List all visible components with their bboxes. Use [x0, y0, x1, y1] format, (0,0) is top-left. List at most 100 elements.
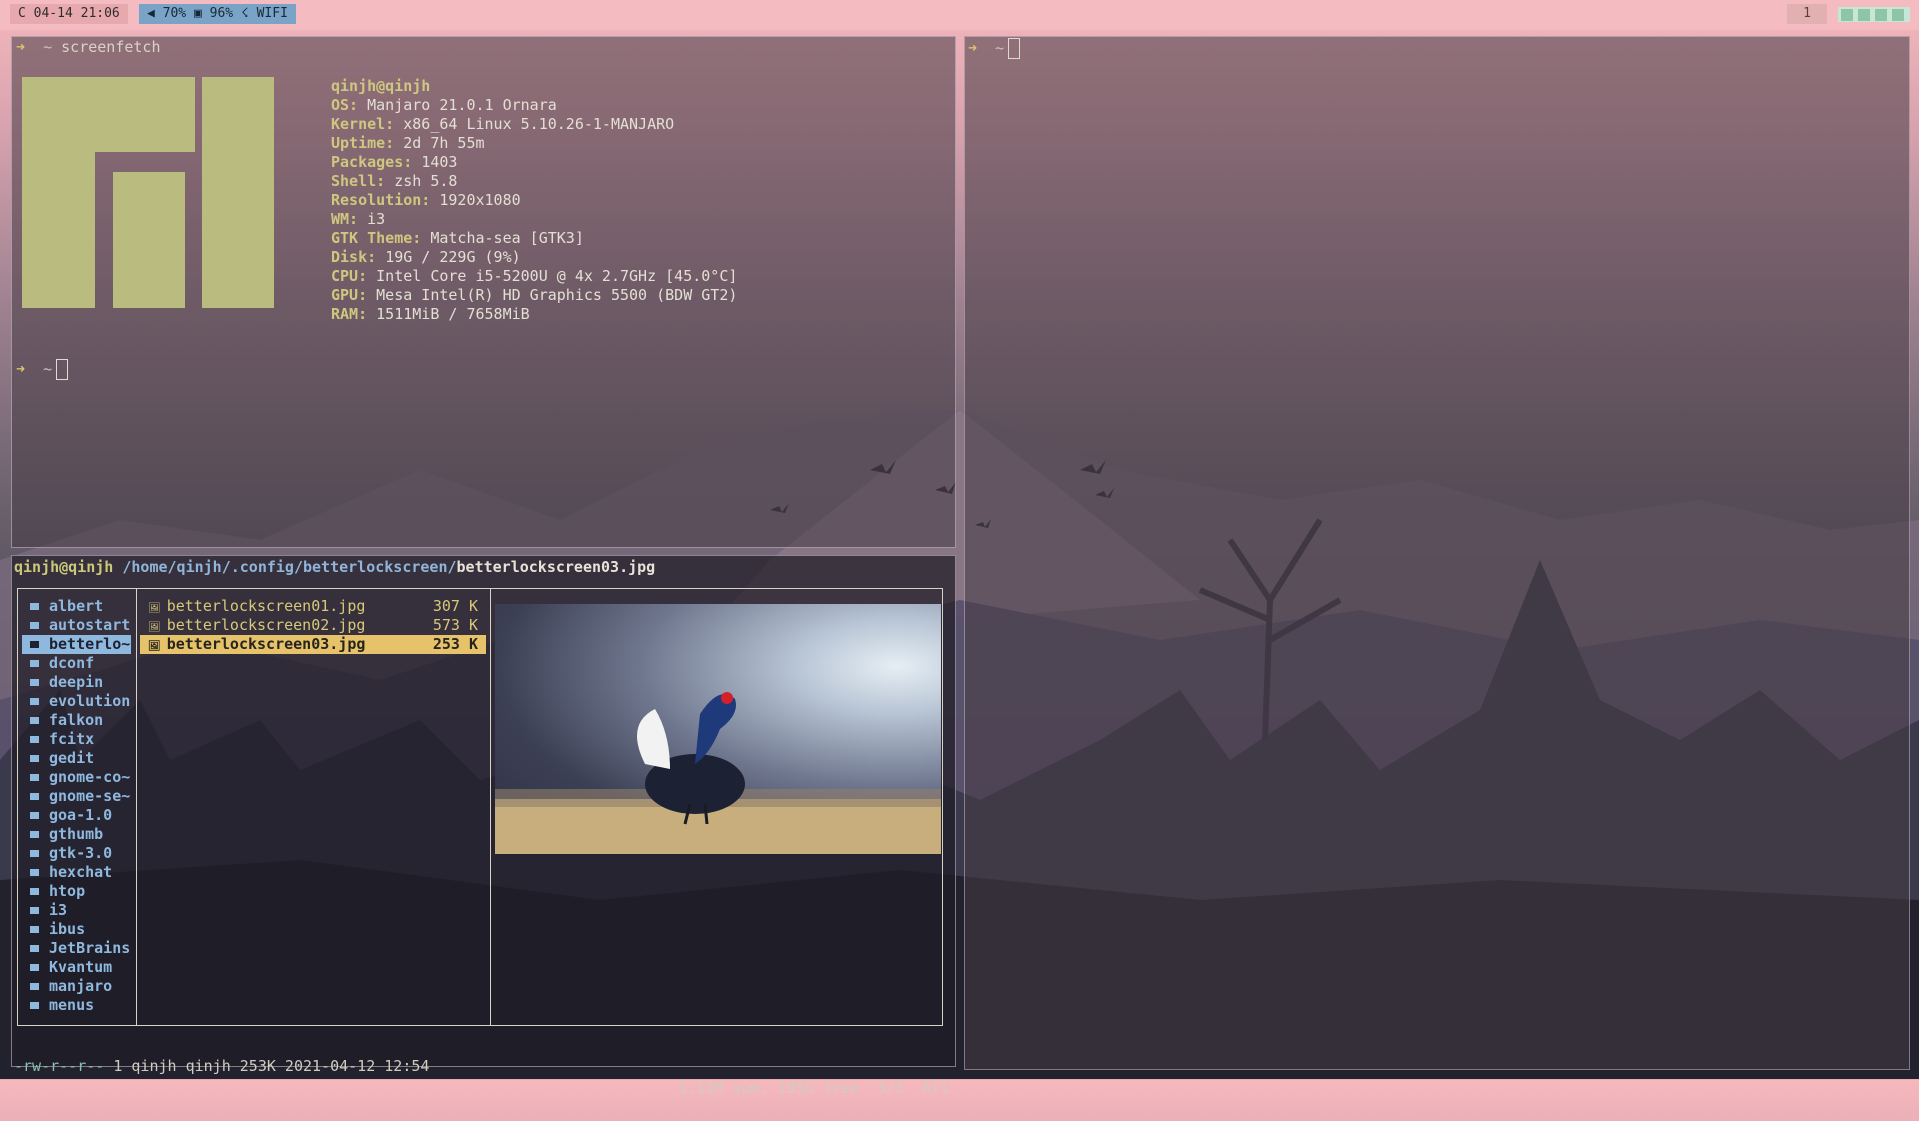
prompt-arrow: ➜	[968, 39, 978, 57]
directory-item[interactable]: evolution	[22, 692, 131, 711]
volume-indicator: ◀ 70%	[147, 6, 187, 21]
info-row-shell: Shell: zsh 5.8	[331, 172, 458, 190]
system-info: qinjh@qinjh OS: Manjaro 21.0.1 Ornara Ke…	[331, 77, 737, 324]
folder-icon	[30, 774, 39, 781]
folder-icon	[30, 793, 39, 800]
prompt-dir: ~	[43, 38, 53, 56]
folder-icon	[30, 945, 39, 952]
network-signal-icon[interactable]	[1858, 9, 1870, 21]
folder-icon	[30, 888, 39, 895]
info-row-resolution: Resolution: 1920x1080	[331, 191, 521, 209]
info-row-packages: Packages: 1403	[331, 153, 458, 171]
tray-app-icon[interactable]	[1841, 9, 1853, 21]
directory-item[interactable]: gedit	[22, 749, 131, 768]
directory-item[interactable]: htop	[22, 882, 131, 901]
info-row-wm: WM: i3	[331, 210, 386, 228]
folder-icon	[30, 1002, 39, 1009]
status-bar: C 04-14 21:06 ◀ 70% ▣ 96% ☇ WIFI 1	[0, 0, 1919, 30]
folder-icon	[30, 698, 39, 705]
battery-indicator: ▣ 96%	[193, 6, 234, 21]
terminal-right[interactable]: ➜ ~	[964, 36, 1910, 1070]
info-row-uptime: Uptime: 2d 7h 55m	[331, 134, 485, 152]
folder-icon	[30, 926, 39, 933]
prompt-dir: ~	[995, 39, 1005, 57]
image-file-icon: 🖼	[148, 622, 161, 633]
ranger-status-bar: -rw-r--r-- 1 qinjh qinjh 253K 2021-04-12…	[12, 1033, 955, 1097]
directory-item[interactable]: menus	[22, 996, 131, 1015]
text-cursor	[1008, 38, 1021, 59]
current-path: /home/qinjh/.config/betterlockscreen/	[122, 558, 457, 576]
directory-item[interactable]: manjaro	[22, 977, 131, 996]
system-indicators: ◀ 70% ▣ 96% ☇ WIFI	[139, 4, 296, 24]
ranger-file-manager[interactable]: qinjh@qinjh /home/qinjh/.config/betterlo…	[11, 555, 956, 1097]
file-item[interactable]: 🖼 betterlockscreen01.jpg 307 K	[140, 597, 486, 616]
terminal-screenfetch[interactable]: ➜ ~ screenfetch qinjh@qinjh OS: Manjaro …	[11, 36, 956, 548]
prompt-arrow: ➜	[16, 38, 26, 56]
file-name: betterlockscreen01.jpg	[166, 597, 366, 615]
directory-item[interactable]: goa-1.0	[22, 806, 131, 825]
file-item[interactable]: 🖼 betterlockscreen02.jpg 573 K	[140, 616, 486, 635]
prompt-line: ➜ ~ screenfetch	[16, 38, 161, 57]
directory-item[interactable]: dconf	[22, 654, 131, 673]
folder-icon	[30, 755, 39, 762]
file-list: 🖼 betterlockscreen01.jpg 307 K 🖼 betterlock…	[140, 597, 486, 654]
keyboard-icon[interactable]	[1892, 9, 1904, 21]
directory-item[interactable]: gnome-se~	[22, 787, 131, 806]
current-file: betterlockscreen03.jpg	[456, 558, 656, 576]
directory-item[interactable]: gnome-co~	[22, 768, 131, 787]
folder-icon	[30, 717, 39, 724]
directory-item[interactable]: falkon	[22, 711, 131, 730]
dir-summary: 1.11M sum, 195G free 3/3 All	[678, 1079, 949, 1097]
directory-item[interactable]: albert	[22, 597, 131, 616]
directory-item[interactable]: hexchat	[22, 863, 131, 882]
command-text: screenfetch	[61, 38, 161, 56]
folder-icon	[30, 660, 39, 667]
directory-item[interactable]: gthumb	[22, 825, 131, 844]
grouse-photo	[495, 692, 941, 854]
prompt-dir: ~	[43, 360, 53, 378]
prompt-line-2: ➜ ~	[16, 359, 69, 380]
file-name: betterlockscreen03.jpg	[166, 635, 366, 653]
image-file-icon: 🖼	[148, 641, 161, 652]
text-cursor	[56, 359, 69, 380]
directory-item[interactable]: Kvantum	[22, 958, 131, 977]
wifi-indicator: ☇ WIFI	[240, 6, 288, 21]
file-details: -rw-r--r-- 1 qinjh qinjh 253K 2021-04-12…	[14, 1055, 429, 1077]
folder-icon	[30, 831, 39, 838]
folder-icon	[30, 812, 39, 819]
folder-icon	[30, 603, 39, 610]
info-row-gpu: GPU: Mesa Intel(R) HD Graphics 5500 (BDW…	[331, 286, 738, 304]
column-divider	[136, 589, 137, 1025]
user-host: qinjh@qinjh	[331, 77, 431, 95]
cloud-icon[interactable]	[1875, 9, 1887, 21]
folder-icon	[30, 850, 39, 857]
folder-icon	[30, 983, 39, 990]
directory-item[interactable]: gtk-3.0	[22, 844, 131, 863]
folder-icon	[30, 679, 39, 686]
directory-item-selected[interactable]: betterlo~	[22, 635, 131, 654]
directory-item[interactable]: JetBrains	[22, 939, 131, 958]
user-host: qinjh@qinjh	[14, 558, 114, 576]
folder-icon	[30, 622, 39, 629]
file-permissions: -rw-r--r--	[14, 1057, 105, 1075]
file-item-selected[interactable]: 🖼 betterlockscreen03.jpg 253 K	[140, 635, 486, 654]
ranger-columns: albert autostart betterlo~ dconf deepin …	[17, 588, 943, 1026]
folder-icon	[30, 736, 39, 743]
info-row-cpu: CPU: Intel Core i5-5200U @ 4x 2.7GHz [45…	[331, 267, 738, 285]
info-row-kernel: Kernel: x86_64 Linux 5.10.26-1-MANJARO	[331, 115, 675, 133]
file-size: 307 K	[432, 597, 478, 615]
directory-item[interactable]: autostart	[22, 616, 131, 635]
clock: C 04-14 21:06	[10, 4, 128, 24]
directory-item[interactable]: ibus	[22, 920, 131, 939]
prompt-line: ➜ ~	[968, 38, 1021, 59]
info-row-disk: Disk: 19G / 229G (9%)	[331, 248, 521, 266]
info-row-os: OS: Manjaro 21.0.1 Ornara	[331, 96, 557, 114]
image-preview	[495, 604, 941, 854]
prompt-arrow: ➜	[16, 360, 26, 378]
workspace-button[interactable]: 1	[1787, 4, 1827, 24]
directory-item[interactable]: fcitx	[22, 730, 131, 749]
directory-item[interactable]: i3	[22, 901, 131, 920]
info-row-ram: RAM: 1511MiB / 7658MiB	[331, 305, 530, 323]
directory-item[interactable]: deepin	[22, 673, 131, 692]
folder-icon	[30, 641, 39, 648]
